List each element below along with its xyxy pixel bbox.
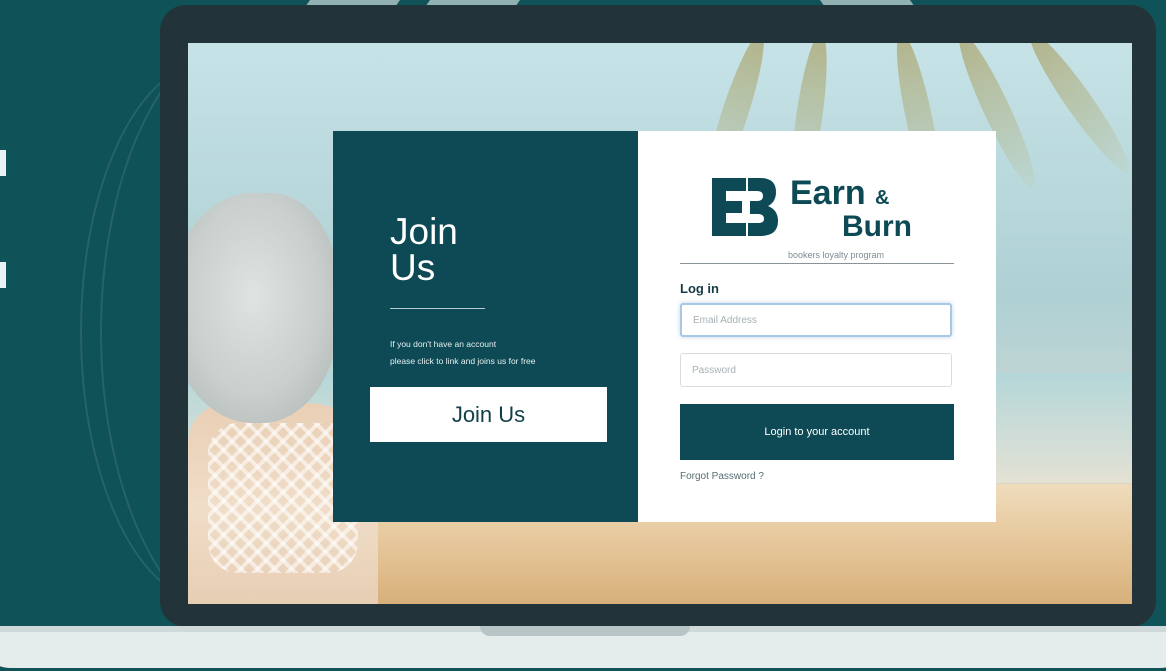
join-text-line2: please click to link and joins us for fr…	[390, 356, 536, 366]
brand-ampersand: &	[875, 187, 889, 209]
login-panel: Earn & Burn bookers loyalty program Log …	[638, 131, 996, 522]
background-dash	[0, 262, 6, 288]
join-heading: Join Us	[390, 211, 590, 288]
login-button[interactable]: Login to your account	[680, 404, 954, 460]
eb-logo-icon: Earn & Burn	[712, 174, 912, 243]
login-title: Log in	[680, 281, 719, 296]
laptop-notch	[480, 626, 690, 636]
join-panel: Join Us If you don't have an account ple…	[333, 131, 638, 522]
join-text-line1: If you don't have an account	[390, 339, 497, 349]
email-input[interactable]	[680, 303, 952, 337]
background-dash	[0, 150, 6, 176]
brand-name-line2: Burn	[842, 210, 912, 243]
brand-name-line1: Earn	[790, 174, 866, 212]
background-sun-hat	[188, 193, 338, 423]
password-input[interactable]	[680, 353, 952, 387]
join-divider	[390, 308, 485, 309]
join-us-button[interactable]: Join Us	[370, 387, 607, 442]
join-heading-line2: Us	[390, 247, 436, 288]
palm-leaf	[1020, 43, 1132, 180]
join-heading-line1: Join	[390, 211, 458, 252]
logo-divider	[680, 263, 954, 264]
brand-tagline: bookers loyalty program	[788, 250, 885, 260]
join-description: If you don't have an account please clic…	[390, 336, 630, 370]
forgot-password-link[interactable]: Forgot Password ?	[680, 471, 764, 482]
